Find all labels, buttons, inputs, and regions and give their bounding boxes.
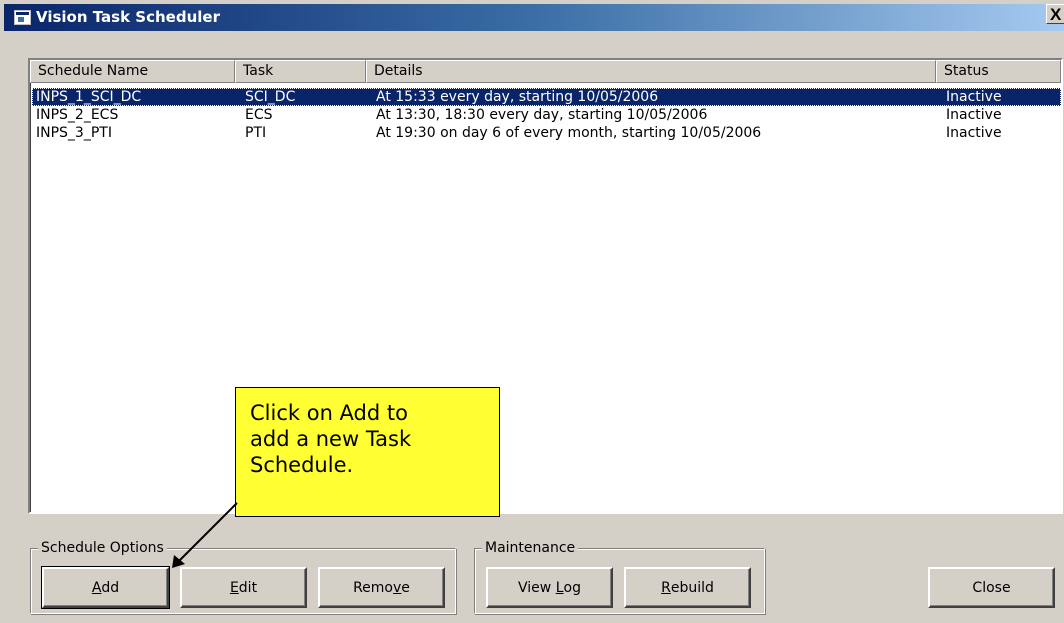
cell-details: At 19:30 on day 6 of every month, starti… bbox=[376, 125, 762, 141]
callout-line: add a new Task bbox=[250, 427, 412, 451]
close-button[interactable]: Close bbox=[928, 567, 1055, 608]
view-log-label-post: og bbox=[563, 579, 581, 596]
schedule-options-label: Schedule Options bbox=[38, 539, 167, 557]
close-window-button[interactable]: X bbox=[1046, 4, 1064, 24]
rebuild-access-key: R bbox=[661, 579, 671, 596]
cell-status: Inactive bbox=[946, 125, 1002, 141]
add-label-post: dd bbox=[101, 579, 120, 596]
schedule-list[interactable]: Schedule Name Task Details Status INPS_1… bbox=[28, 58, 1063, 514]
callout-line: Schedule. bbox=[250, 453, 354, 477]
add-access-key: A bbox=[91, 579, 102, 596]
cell-status: Inactive bbox=[946, 89, 1002, 105]
cell-task: ECS bbox=[245, 107, 273, 123]
rebuild-label-post: ebuild bbox=[670, 579, 714, 596]
title-bar[interactable]: Vision Task Scheduler bbox=[4, 4, 1064, 31]
cell-task: SCI_DC bbox=[245, 89, 296, 105]
edit-label-post: dit bbox=[238, 579, 258, 596]
cell-task: PTI bbox=[245, 125, 267, 141]
column-header-status[interactable]: Status bbox=[936, 60, 1061, 83]
cell-schedule-name: INPS_2_ECS bbox=[36, 107, 119, 123]
remove-access-key: v bbox=[393, 579, 402, 596]
remove-label-pre: Remo bbox=[353, 579, 393, 596]
callout-line: Click on Add to bbox=[250, 401, 408, 425]
view-log-label-pre: View bbox=[518, 579, 556, 596]
view-log-access-key: L bbox=[555, 579, 564, 596]
maintenance-label: Maintenance bbox=[482, 539, 579, 557]
remove-label-post: e bbox=[401, 579, 410, 596]
table-row[interactable]: INPS_2_ECS ECS At 13:30, 18:30 every day… bbox=[32, 106, 1061, 124]
task-scheduler-window: Vision Task Scheduler X Schedule Name Ta… bbox=[0, 0, 1064, 623]
cell-details: At 13:30, 18:30 every day, starting 10/0… bbox=[376, 107, 708, 123]
column-header-details[interactable]: Details bbox=[366, 60, 936, 83]
table-row[interactable]: INPS_1_SCI_DC SCI_DC At 15:33 every day,… bbox=[32, 88, 1061, 106]
table-row[interactable]: INPS_3_PTI PTI At 19:30 on day 6 of ever… bbox=[32, 124, 1061, 142]
add-button[interactable]: Add bbox=[41, 566, 170, 609]
edit-access-key: E bbox=[229, 579, 239, 596]
remove-button[interactable]: Remo v e bbox=[318, 567, 445, 608]
view-log-button[interactable]: View Log bbox=[486, 567, 613, 608]
app-icon bbox=[14, 10, 31, 25]
column-header-task[interactable]: Task bbox=[235, 60, 366, 83]
edit-button[interactable]: Edit bbox=[180, 567, 307, 608]
cell-details: At 15:33 every day, starting 10/05/2006 bbox=[376, 89, 659, 105]
column-header-schedule-name[interactable]: Schedule Name bbox=[30, 60, 235, 83]
cell-schedule-name: INPS_1_SCI_DC bbox=[36, 89, 142, 105]
instruction-callout: Click on Add to add a new Task Schedule. bbox=[235, 387, 500, 517]
rebuild-button[interactable]: Rebuild bbox=[624, 567, 751, 608]
window-title: Vision Task Scheduler bbox=[36, 8, 220, 26]
cell-status: Inactive bbox=[946, 107, 1002, 123]
cell-schedule-name: INPS_3_PTI bbox=[36, 125, 112, 141]
